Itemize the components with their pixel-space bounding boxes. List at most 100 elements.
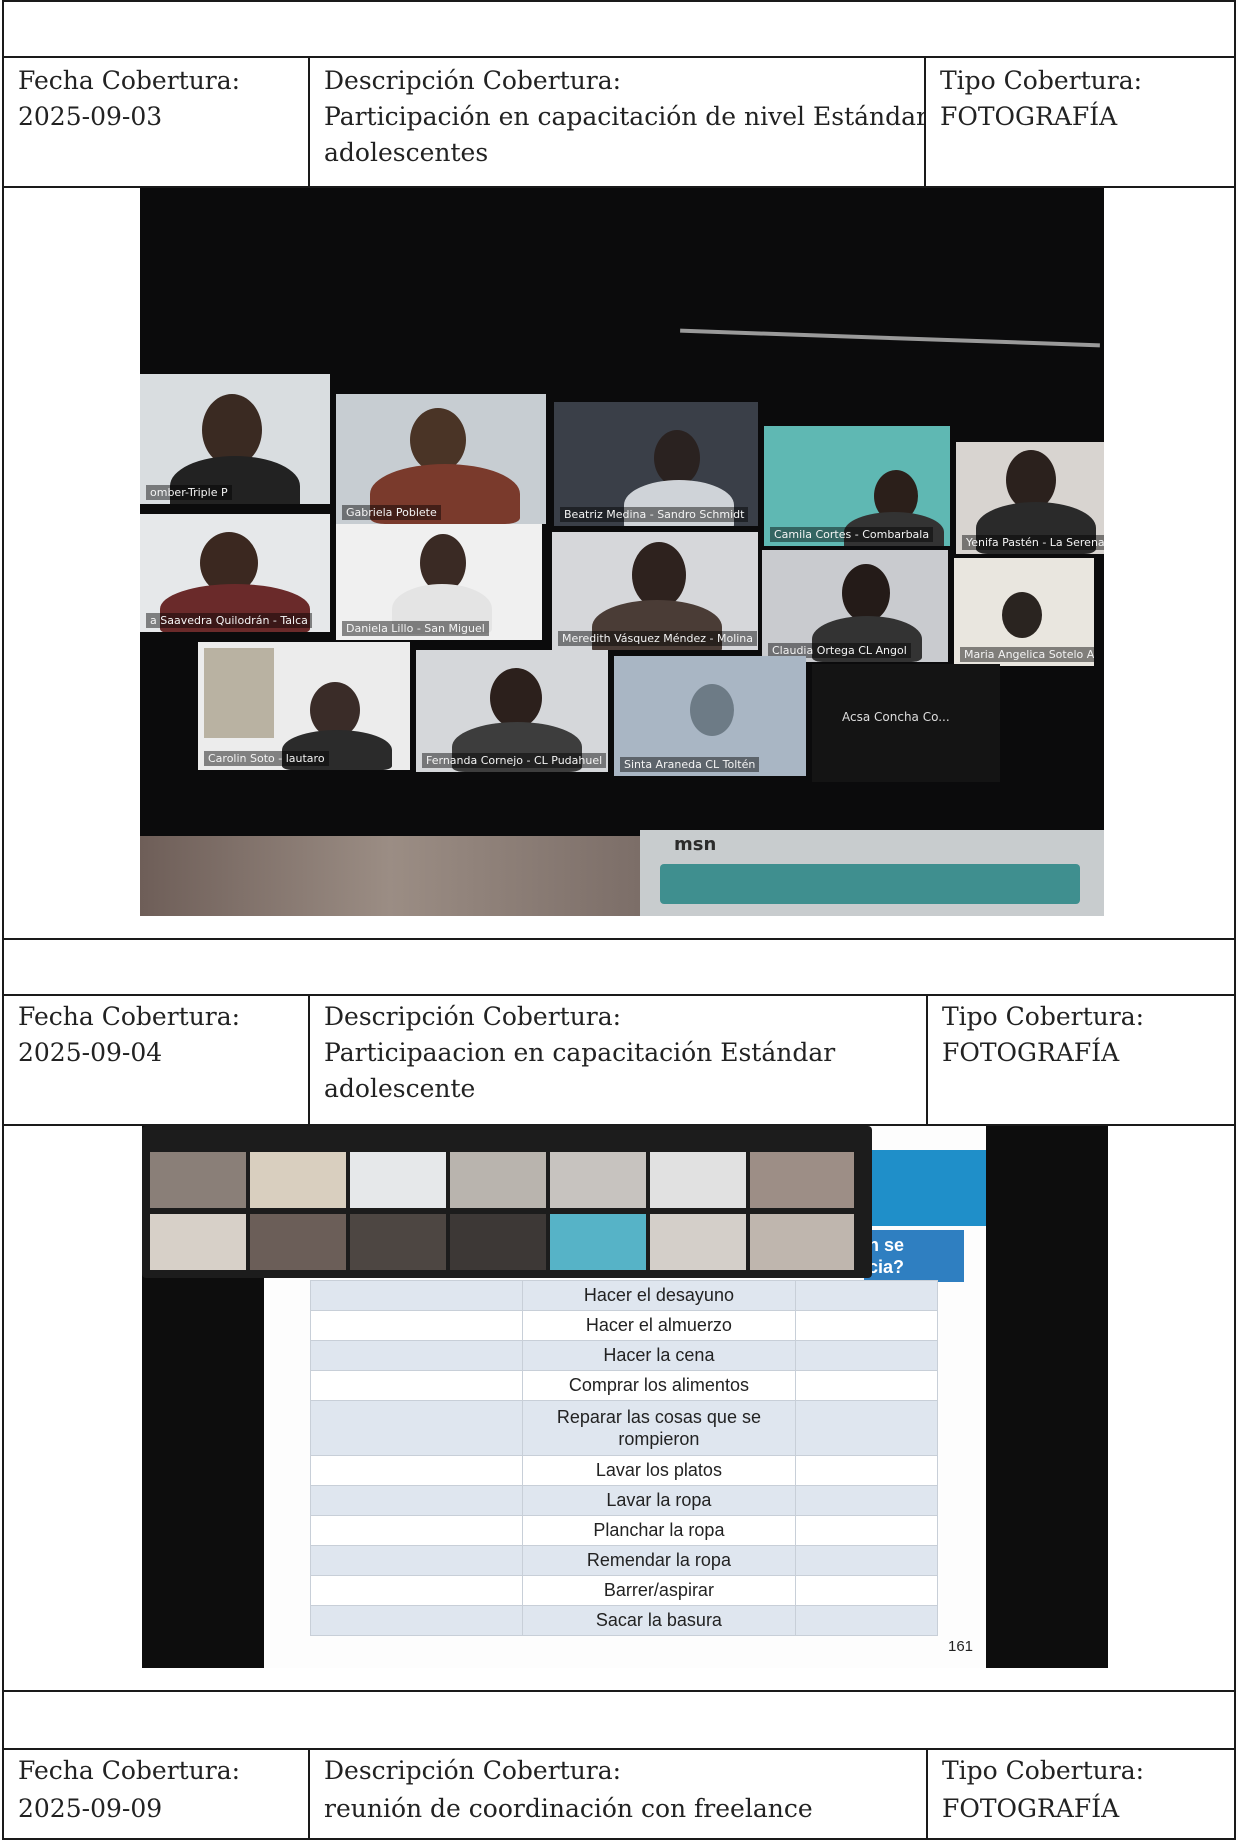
chore-empty-cell — [795, 1310, 938, 1341]
question-fragment-2: cia? — [868, 1257, 905, 1277]
type-cell: Tipo Cobertura: FOTOGRAFÍA — [926, 994, 1236, 1126]
chore-empty-cell — [310, 1605, 523, 1636]
participant-name: Sinta Araneda CL Toltén — [620, 757, 760, 772]
participant-tile: Acsa Concha Co... — [812, 664, 1000, 782]
participant-tile: Fernanda Cornejo - CL Pudahuel — [416, 650, 608, 772]
chore-label: Reparar las cosas que se rompieron — [521, 1400, 797, 1456]
participant-tile: a Saavedra Quilodrán - Talca — [140, 514, 330, 632]
chore-empty-cell — [795, 1280, 938, 1311]
chore-label: Hacer el almuerzo — [521, 1310, 797, 1341]
chore-row: Lavar la ropa — [310, 1485, 938, 1516]
video-call-photo: omber-Triple P Gabriela Poblete Beatriz … — [140, 188, 1104, 916]
type-label: Tipo Cobertura: — [942, 1756, 1145, 1785]
chore-empty-cell — [310, 1280, 523, 1311]
participant-name: Yenifa Pastén - La Serena — [962, 535, 1104, 550]
date-cell: Fecha Cobertura: 2025-09-09 — [2, 1748, 310, 1840]
type-value: FOTOGRAFÍA — [942, 1038, 1120, 1067]
participant-tile: Beatriz Medina - Sandro Schmidt — [554, 402, 758, 526]
browser-brand: msn — [674, 834, 717, 855]
participant-initials-label: Acsa Concha Co... — [842, 710, 950, 724]
chore-label: Planchar la ropa — [521, 1515, 797, 1546]
description-cell: Descripción Cobertura: reunión de coordi… — [308, 1748, 928, 1840]
chore-label: Comprar los alimentos — [521, 1370, 797, 1401]
date-label: Fecha Cobertura: — [18, 66, 241, 95]
chore-label: Lavar la ropa — [521, 1485, 797, 1516]
type-value: FOTOGRAFÍA — [940, 102, 1118, 131]
chore-label: Hacer el desayuno — [521, 1280, 797, 1311]
date-cell: Fecha Cobertura: 2025-09-04 — [2, 994, 310, 1126]
right-black-bar — [986, 1126, 1108, 1668]
chore-row: Planchar la ropa — [310, 1515, 938, 1546]
spacer-row — [2, 938, 1236, 996]
chore-empty-cell — [795, 1340, 938, 1371]
chore-empty-cell — [795, 1605, 938, 1636]
type-label: Tipo Cobertura: — [942, 1002, 1145, 1031]
chore-label: Remendar la ropa — [521, 1545, 797, 1576]
chore-row: Lavar los platos — [310, 1455, 938, 1486]
date-value: 2025-09-03 — [18, 102, 163, 131]
description-label: Descripción Cobertura: — [324, 1756, 622, 1785]
chore-row: Barrer/aspirar — [310, 1575, 938, 1606]
date-cell: Fecha Cobertura: 2025-09-03 — [2, 56, 310, 188]
participant-tile: Carolin Soto - lautaro — [198, 642, 410, 770]
chore-label: Hacer la cena — [521, 1340, 797, 1371]
slide-screenshot: n se cia? Hacer el desayuno Hacer el alm… — [142, 1126, 1108, 1668]
participant-name: Camila Cortes - Combarbala — [770, 527, 934, 542]
date-label: Fecha Cobertura: — [18, 1002, 241, 1031]
chore-label: Sacar la basura — [521, 1605, 797, 1636]
chore-empty-cell — [310, 1485, 523, 1516]
chore-empty-cell — [310, 1400, 523, 1456]
browser-strip: msn — [640, 830, 1104, 916]
chore-row: Reparar las cosas que se rompieron — [310, 1400, 938, 1456]
chore-empty-cell — [795, 1455, 938, 1486]
question-fragment-1: n se — [868, 1235, 905, 1255]
participant-tile: Meredith Vásquez Méndez - Molina — [552, 532, 758, 650]
participant-name: Daniela Lillo - San Miguel — [342, 621, 489, 636]
chore-empty-cell — [310, 1515, 523, 1546]
participant-tile: Claudia Ortega CL Angol — [762, 550, 948, 662]
chore-row: Sacar la basura — [310, 1605, 938, 1636]
participant-name: Gabriela Poblete — [342, 505, 441, 520]
chore-empty-cell — [310, 1455, 523, 1486]
participant-tile: Camila Cortes - Combarbala — [764, 426, 950, 546]
participant-name: Beatriz Medina - Sandro Schmidt — [560, 507, 749, 522]
ceiling-light-line — [680, 328, 1100, 348]
type-label: Tipo Cobertura: — [940, 66, 1143, 95]
top-spacer-row — [2, 0, 1236, 58]
participant-name: omber-Triple P — [146, 485, 232, 500]
participant-strip — [142, 1126, 872, 1278]
participant-name: Meredith Vásquez Méndez - Molina — [558, 631, 758, 646]
slide-number: 161 — [948, 1638, 974, 1655]
type-value: FOTOGRAFÍA — [942, 1794, 1120, 1823]
participant-tile: Gabriela Poblete — [336, 394, 546, 524]
type-cell: Tipo Cobertura: FOTOGRAFÍA — [926, 1748, 1236, 1840]
participant-tile: Sinta Araneda CL Toltén — [614, 656, 806, 776]
chore-empty-cell — [795, 1545, 938, 1576]
chore-empty-cell — [795, 1575, 938, 1606]
type-cell: Tipo Cobertura: FOTOGRAFÍA — [924, 56, 1236, 188]
chore-empty-cell — [795, 1370, 938, 1401]
chore-label: Barrer/aspirar — [521, 1575, 797, 1606]
chore-empty-cell — [795, 1515, 938, 1546]
chore-empty-cell — [795, 1400, 938, 1456]
participant-tile: Maria Angelica Sotelo Atria — [954, 558, 1094, 666]
participant-tile: omber-Triple P — [140, 374, 330, 504]
chore-empty-cell — [795, 1485, 938, 1516]
date-value: 2025-09-09 — [18, 1794, 163, 1823]
description-cell: Descripción Cobertura: Participación en … — [308, 56, 928, 188]
spacer-row — [2, 1690, 1236, 1750]
description-label: Descripción Cobertura: — [324, 1002, 622, 1031]
description-line-2: adolescente — [324, 1074, 476, 1103]
chore-row: Hacer el almuerzo — [310, 1310, 938, 1341]
date-label: Fecha Cobertura: — [18, 1756, 241, 1785]
slide-question-box: n se cia? — [864, 1230, 964, 1282]
description-cell: Descripción Cobertura: Participaacion en… — [308, 994, 928, 1126]
chore-empty-cell — [310, 1340, 523, 1371]
chores-table: Hacer el desayuno Hacer el almuerzo Hacer … — [310, 1280, 938, 1636]
participant-tile: Yenifa Pastén - La Serena — [956, 442, 1104, 554]
participant-name: a Saavedra Quilodrán - Talca — [146, 613, 312, 628]
description-line-1: Participaacion en capacitación Estándar — [324, 1038, 836, 1067]
chore-empty-cell — [310, 1310, 523, 1341]
participant-tile: Daniela Lillo - San Miguel — [336, 524, 542, 640]
chore-row: Hacer el desayuno — [310, 1280, 938, 1311]
